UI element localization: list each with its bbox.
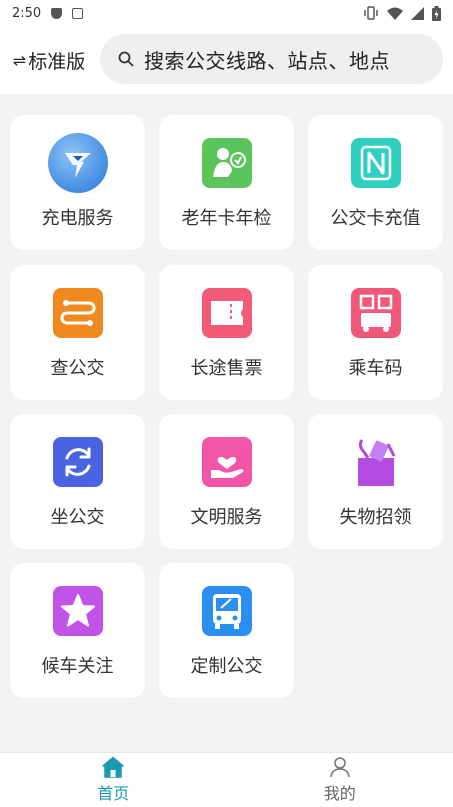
- nav-label-mine: 我的: [323, 784, 356, 803]
- service-card-ride-code[interactable]: 乘车码: [308, 265, 443, 400]
- service-label: 定制公交: [190, 656, 263, 677]
- wifi-icon: [387, 7, 403, 20]
- service-label: 坐公交: [50, 507, 105, 528]
- star-icon: [52, 586, 103, 636]
- service-label: 乘车码: [348, 358, 403, 379]
- vibrate-icon: [364, 6, 378, 20]
- user-icon: [329, 757, 350, 778]
- app-notification-icon: [72, 7, 84, 19]
- service-card-senior-card[interactable]: 老年卡年检: [159, 115, 294, 250]
- heart-hand-icon: [201, 437, 252, 487]
- service-label: 公交卡充值: [330, 208, 421, 229]
- service-card-take-bus[interactable]: 坐公交: [10, 414, 145, 549]
- nfc-icon: [350, 138, 401, 188]
- charging-icon: [47, 133, 108, 193]
- service-label: 候车关注: [41, 656, 114, 677]
- mode-label: 标准版: [28, 50, 86, 73]
- service-card-long-distance[interactable]: 长途售票: [159, 265, 294, 400]
- battery-icon: [432, 5, 441, 21]
- header: ⇌ 标准版 搜索公交线路、站点、地点: [0, 26, 453, 94]
- shield-icon: [51, 7, 63, 19]
- route-icon: [52, 288, 103, 338]
- search-input[interactable]: 搜索公交线路、站点、地点: [100, 34, 443, 84]
- service-label: 长途售票: [190, 358, 263, 379]
- service-label: 充电服务: [41, 208, 114, 229]
- service-card-card-recharge[interactable]: 公交卡充值: [308, 115, 443, 250]
- service-card-bus-query[interactable]: 查公交: [10, 265, 145, 400]
- service-card-wait-watch[interactable]: 候车关注: [10, 563, 145, 698]
- service-card-civility[interactable]: 文明服务: [159, 414, 294, 549]
- service-card-charging[interactable]: 充电服务: [10, 115, 145, 250]
- nav-tab-home[interactable]: 首页: [0, 753, 227, 807]
- mode-switch-button[interactable]: ⇌ 标准版: [0, 26, 98, 94]
- refresh-icon: [52, 437, 103, 487]
- service-label: 失物招领: [339, 507, 412, 528]
- senior-card-icon: [201, 138, 252, 188]
- ticket-icon: [201, 288, 252, 338]
- status-bar: 2:50: [0, 0, 453, 26]
- service-label: 查公交: [50, 358, 105, 379]
- service-label: 老年卡年检: [181, 208, 272, 229]
- nav-label-home: 首页: [97, 784, 130, 803]
- search-placeholder: 搜索公交线路、站点、地点: [144, 48, 390, 73]
- status-time: 2:50: [12, 5, 42, 21]
- bottom-nav: 首页 我的: [0, 752, 453, 807]
- nav-tab-mine[interactable]: 我的: [227, 753, 453, 807]
- bus-icon: [201, 586, 252, 636]
- swap-icon: ⇌: [12, 50, 27, 70]
- signal-icon: [411, 6, 424, 20]
- qr-code-icon: [350, 288, 401, 338]
- home-icon: [102, 756, 124, 778]
- service-label: 文明服务: [190, 507, 263, 528]
- service-card-lost-found[interactable]: 失物招领: [308, 414, 443, 549]
- lost-found-icon: [357, 439, 395, 486]
- service-card-custom-bus[interactable]: 定制公交: [159, 563, 294, 698]
- search-icon: [118, 51, 134, 67]
